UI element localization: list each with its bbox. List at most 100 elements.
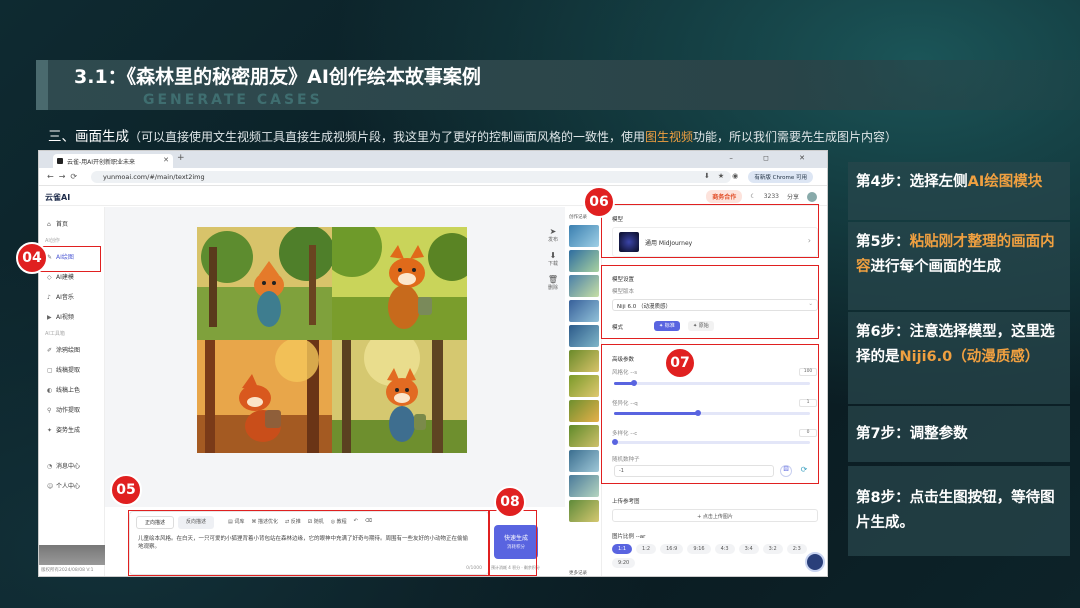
badge-05: 05 — [110, 474, 142, 506]
sidebar-item-label: 线稿提取 — [56, 367, 81, 374]
send-icon: ➤ — [549, 227, 557, 236]
ratio-option[interactable]: 1:1 — [612, 544, 633, 554]
badge-06: 06 — [583, 186, 615, 218]
ratio-label: 图片比例 --ar — [612, 534, 646, 540]
history-thumb[interactable] — [569, 275, 599, 297]
avatar[interactable] — [807, 191, 817, 202]
sidebar-item-doodle[interactable]: ✐ 涂鸦绘图 — [47, 345, 80, 354]
tool-label: 删除 — [547, 285, 558, 291]
window-controls[interactable]: – ◻ ✕ — [729, 154, 819, 162]
annotation-box-04 — [39, 246, 101, 272]
video-icon: ▶ — [47, 314, 52, 321]
history-thumb[interactable] — [569, 475, 599, 497]
tab-title: 云雀-用AI开创新职业未来 — [67, 159, 136, 166]
section-heading: 三、画面生成（可以直接使用文生视频工具直接生成视频片段，我这里为了更好的控制画面… — [48, 125, 897, 145]
address-icons[interactable]: ⬇★◉ — [704, 172, 746, 180]
annotation-box-05 — [128, 510, 489, 576]
assistant-chat-icon[interactable] — [805, 552, 825, 572]
ratio-option[interactable]: 4:3 — [714, 544, 735, 554]
ratio-option[interactable]: 9:20 — [612, 558, 636, 568]
chrome-update-button[interactable]: 有新版 Chrome 可用 — [748, 171, 813, 183]
section-note-a: （可以直接使用文生视频工具直接生成视频片段，我这里为了更好的控制画面风格的一致性… — [129, 130, 646, 144]
trash-icon: 🗑 — [547, 275, 559, 284]
section-main: 三、画面生成 — [48, 129, 129, 145]
upload-label: 上传参考图 — [612, 499, 640, 505]
generated-image-3[interactable] — [197, 340, 332, 453]
app-logo[interactable]: 云雀AI — [45, 192, 70, 203]
tab-bar: 云雀-用AI开创新职业未来 ✕ + – ◻ ✕ — [39, 151, 827, 168]
step-4: 第4步：选择左侧AI绘图模块 — [848, 162, 1070, 220]
ratio-options: 1:1 1:2 16:9 9:16 4:3 3:4 3:2 2:3 9:20 — [612, 544, 818, 568]
business-coop-button[interactable]: 商务合作 — [706, 190, 743, 203]
upload-button[interactable]: + 点击上传图片 — [612, 509, 818, 522]
url-input[interactable]: yunmoai.com/#/main/text2img — [91, 171, 731, 183]
history-more[interactable]: 更多记录 — [569, 570, 587, 576]
sidebar-item-label: AI音乐 — [56, 294, 74, 301]
history-thumb[interactable] — [569, 500, 599, 522]
generated-image-1[interactable] — [197, 227, 332, 340]
delete-button[interactable]: 🗑 删除 — [541, 275, 565, 291]
ratio-option[interactable]: 1:2 — [636, 544, 657, 554]
nav-buttons[interactable]: ←→⟳ — [47, 172, 82, 181]
palette-icon: ◐ — [47, 387, 53, 394]
history-thumb[interactable] — [569, 300, 599, 322]
history-thumb[interactable] — [569, 325, 599, 347]
generated-image-4[interactable] — [332, 340, 467, 453]
sidebar-item-lineart[interactable]: ▢ 线稿提取 — [47, 365, 80, 374]
motion-icon: ⚲ — [47, 407, 52, 414]
ratio-option[interactable]: 3:2 — [762, 544, 783, 554]
lineart-icon: ▢ — [47, 367, 53, 374]
step-6: 第6步：注意选择模型，这里选择的是Niji6.0（动漫质感） — [848, 312, 1070, 404]
generated-image-grid[interactable] — [197, 227, 467, 453]
annotation-box-07 — [601, 344, 819, 484]
sidebar-item-colorize[interactable]: ◐ 线稿上色 — [47, 385, 80, 394]
sidebar-item-ai-video[interactable]: ▶ AI视频 — [47, 312, 74, 321]
slide-subtitle: GENERATE CASES — [143, 92, 323, 108]
history-thumb[interactable] — [569, 400, 599, 422]
slide-title: 3.1：《森林里的秘密朋友》AI创作绘本故事案例 — [74, 66, 481, 88]
step-highlight: AI绘图模块 — [967, 174, 1043, 190]
history-thumb[interactable] — [569, 225, 599, 247]
doodle-icon: ✐ — [47, 347, 53, 354]
history-thumb[interactable] — [569, 450, 599, 472]
user-icon: ☺ — [47, 483, 54, 490]
sidebar-item-pose-extract[interactable]: ⚲ 动作提取 — [47, 405, 80, 414]
ratio-option[interactable]: 9:16 — [687, 544, 711, 554]
sidebar-item-home[interactable]: ⌂ 首页 — [47, 219, 68, 228]
close-tab-icon[interactable]: ✕ — [163, 156, 169, 164]
theme-toggle-icon[interactable]: ☾ — [750, 193, 755, 200]
publish-button[interactable]: ➤ 发布 — [541, 227, 565, 243]
ratio-option[interactable]: 2:3 — [786, 544, 807, 554]
badge-04: 04 — [16, 242, 48, 274]
ratio-option[interactable]: 3:4 — [738, 544, 759, 554]
sidebar-item-messages[interactable]: ◔ 消息中心 — [47, 461, 80, 470]
badge-08: 08 — [494, 486, 526, 518]
user-card[interactable] — [39, 545, 105, 565]
history-thumb[interactable] — [569, 250, 599, 272]
header-actions: 商务合作 ☾ 3233 分享 — [706, 190, 817, 203]
favicon-icon — [57, 158, 63, 164]
sidebar-item-label: 首页 — [56, 221, 69, 228]
browser-tab[interactable]: 云雀-用AI开创新职业未来 ✕ — [53, 154, 173, 168]
history-thumb[interactable] — [569, 425, 599, 447]
sidebar-group-ai: AI创作 — [45, 238, 60, 244]
download-button[interactable]: ⬇ 下载 — [541, 251, 565, 267]
step-7: 第7步：调整参数 — [848, 406, 1070, 462]
sidebar-item-label: 线稿上色 — [56, 387, 81, 394]
new-tab-icon[interactable]: + — [177, 153, 185, 163]
step-5: 第5步：粘贴刚才整理的画面内容进行每个画面的生成 — [848, 222, 1070, 310]
sidebar-item-ai-music[interactable]: ♪ AI音乐 — [47, 292, 74, 301]
generated-image-2[interactable] — [332, 227, 467, 340]
share-button[interactable]: 分享 — [787, 192, 799, 201]
address-bar: ←→⟳ yunmoai.com/#/main/text2img ⬇★◉ 有新版 … — [39, 168, 827, 186]
ratio-option[interactable]: 16:9 — [660, 544, 684, 554]
sidebar-item-profile[interactable]: ☺ 个人中心 — [47, 481, 80, 490]
sidebar-item-pose-gen[interactable]: ✦ 姿势生成 — [47, 425, 80, 434]
history-thumb[interactable] — [569, 350, 599, 372]
sidebar-item-ai-model[interactable]: ◇ AI建模 — [47, 272, 74, 281]
history-thumb[interactable] — [569, 375, 599, 397]
app-header: 云雀AI 商务合作 ☾ 3233 分享 — [39, 186, 827, 206]
section-note: （可以直接使用文生视频工具直接生成视频片段，我这里为了更好的控制画面风格的一致性… — [129, 130, 897, 144]
sidebar-item-label: 消息中心 — [56, 463, 81, 470]
sidebar-item-label: AI建模 — [56, 274, 74, 281]
